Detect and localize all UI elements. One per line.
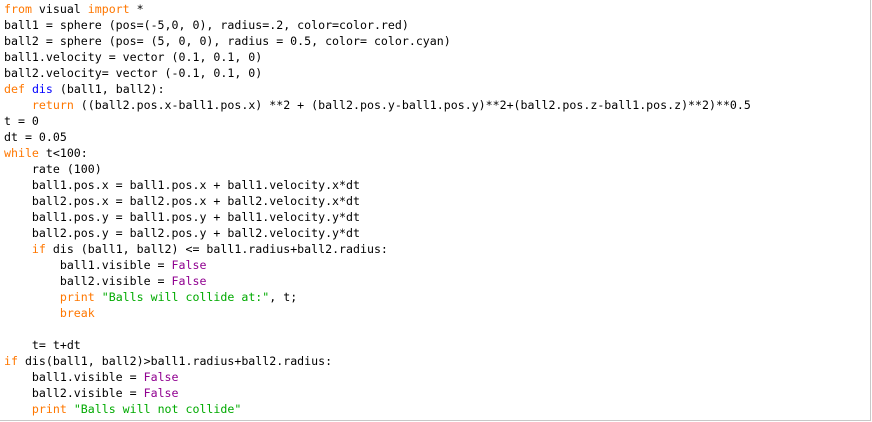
code-token: t = 0 bbox=[4, 114, 39, 128]
code-token: t= t+dt bbox=[4, 338, 81, 352]
code-token: , t; bbox=[269, 290, 298, 304]
code-token: dt = 0.05 bbox=[4, 130, 67, 144]
keyword-token: print bbox=[59, 290, 95, 304]
string-token: "Balls will collide at:" bbox=[101, 290, 270, 304]
code-line[interactable]: dt = 0.05 bbox=[4, 129, 870, 145]
code-line[interactable]: def dis (ball1, ball2): bbox=[4, 81, 870, 97]
code-line[interactable]: if dis (ball1, ball2) <= ball1.radius+ba… bbox=[4, 241, 870, 257]
builtin-token: False bbox=[143, 386, 179, 400]
code-line[interactable]: ball1.pos.x = ball1.pos.x + ball1.veloci… bbox=[4, 177, 870, 193]
code-line[interactable]: ball2.pos.x = ball2.pos.x + ball2.veloci… bbox=[4, 193, 870, 209]
keyword-token: if bbox=[4, 354, 18, 368]
code-line[interactable]: from visual import * bbox=[4, 1, 870, 17]
string-token: "Balls will not collide" bbox=[73, 402, 242, 416]
code-line[interactable]: ball1 = sphere (pos=(-5,0, 0), radius=.2… bbox=[4, 17, 870, 33]
code-token: ball1.visible = bbox=[4, 258, 172, 272]
code-token: ball2.velocity= vector (-0.1, 0.1, 0) bbox=[4, 66, 263, 80]
code-token: ball1.velocity = vector (0.1, 0.1, 0) bbox=[4, 50, 263, 64]
code-token: ball2.visible = bbox=[4, 274, 172, 288]
keyword-token: print bbox=[31, 402, 67, 416]
code-token: ball1.visible = bbox=[4, 370, 144, 384]
code-line[interactable]: rate (100) bbox=[4, 161, 870, 177]
code-token: ball1.pos.y = ball1.pos.y + ball1.veloci… bbox=[4, 210, 360, 224]
code-editor[interactable]: from visual import * ball1 = sphere (pos=… bbox=[0, 0, 871, 421]
code-token: dis(ball1, ball2)>ball1.radius+ball2.rad… bbox=[17, 354, 333, 368]
builtin-token: False bbox=[143, 370, 179, 384]
keyword-token: def bbox=[4, 82, 25, 96]
keyword-token: if bbox=[31, 242, 46, 256]
code-line[interactable]: if dis(ball1, ball2)>ball1.radius+ball2.… bbox=[4, 353, 870, 369]
code-token: ball2 = sphere (pos= (5, 0, 0), radius =… bbox=[4, 34, 451, 48]
keyword-token: while bbox=[4, 146, 39, 160]
function-name-token: dis bbox=[31, 82, 53, 96]
code-token: ball2.visible = bbox=[4, 386, 144, 400]
code-line[interactable]: t = 0 bbox=[4, 113, 870, 129]
code-token: (ball1, ball2): bbox=[52, 82, 165, 96]
code-line[interactable]: ball1.pos.y = ball1.pos.y + ball1.veloci… bbox=[4, 209, 870, 225]
code-token: ((ball2.pos.x-ball1.pos.x) **2 + (ball2.… bbox=[73, 98, 751, 112]
code-token: ball1.pos.x = ball1.pos.x + ball1.veloci… bbox=[4, 178, 360, 192]
code-token: visual bbox=[31, 2, 88, 16]
code-line[interactable]: ball2.visible = False bbox=[4, 273, 870, 289]
code-token: * bbox=[129, 2, 144, 16]
builtin-token: False bbox=[171, 274, 207, 288]
code-line[interactable]: ball2.visible = False bbox=[4, 385, 870, 401]
code-token: t<100: bbox=[38, 146, 88, 160]
code-line[interactable]: ball1.visible = False bbox=[4, 369, 870, 385]
code-token: dis (ball1, ball2) <= ball1.radius+ball2… bbox=[45, 242, 388, 256]
code-line[interactable]: ball1.velocity = vector (0.1, 0.1, 0) bbox=[4, 49, 870, 65]
keyword-token: return bbox=[31, 98, 74, 112]
code-line[interactable]: return ((ball2.pos.x-ball1.pos.x) **2 + … bbox=[4, 97, 870, 113]
code-line[interactable]: t= t+dt bbox=[4, 337, 870, 353]
code-line[interactable]: print "Balls will collide at:", t; bbox=[4, 289, 870, 305]
code-token: ball2.pos.x = ball2.pos.x + ball2.veloci… bbox=[4, 194, 360, 208]
code-line[interactable]: ball2.velocity= vector (-0.1, 0.1, 0) bbox=[4, 65, 870, 81]
code-token: ball1 = sphere (pos=(-5,0, 0), radius=.2… bbox=[4, 18, 409, 32]
code-line[interactable]: break bbox=[4, 305, 870, 321]
code-line[interactable]: ball2.pos.y = ball2.pos.y + ball2.veloci… bbox=[4, 225, 870, 241]
keyword-token: break bbox=[59, 306, 95, 320]
code-line[interactable]: ball2 = sphere (pos= (5, 0, 0), radius =… bbox=[4, 33, 870, 49]
keyword-token: from bbox=[4, 2, 32, 16]
code-line[interactable]: ball1.visible = False bbox=[4, 257, 870, 273]
code-token: ball2.pos.y = ball2.pos.y + ball2.veloci… bbox=[4, 226, 360, 240]
code-line[interactable]: while t<100: bbox=[4, 145, 870, 161]
code-line[interactable]: print "Balls will not collide" bbox=[4, 401, 870, 417]
code-area[interactable]: from visual import * ball1 = sphere (pos=… bbox=[4, 1, 870, 417]
code-token: rate (100) bbox=[4, 162, 102, 176]
code-line[interactable] bbox=[4, 321, 870, 337]
builtin-token: False bbox=[171, 258, 207, 272]
keyword-token: import bbox=[87, 2, 130, 16]
